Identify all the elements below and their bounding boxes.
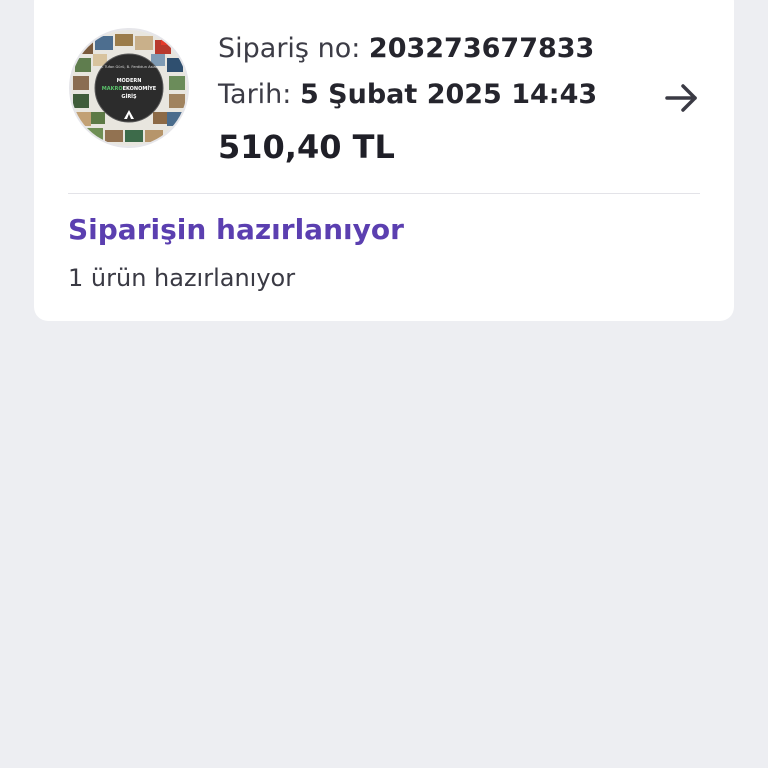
book-cover-thumbnail: A. Tufan Gürü, B. Ferdidun Aslan MODERN … (69, 28, 189, 148)
order-card[interactable]: A. Tufan Gürü, B. Ferdidun Aslan MODERN … (34, 0, 734, 321)
cover-title-main: MAKROEKONOMİYE (102, 85, 157, 92)
order-number-value: 203273677833 (368, 33, 595, 64)
order-status-title: Siparişin hazırlanıyor (68, 213, 404, 246)
cover-title-line1: MODERN (117, 78, 142, 84)
order-price: 510,40 TL (218, 128, 395, 166)
cover-title-accent: MAKRO (102, 86, 123, 92)
order-date-value: 5 Şubat 2025 14:43 (299, 79, 598, 110)
book-cover-image: A. Tufan Gürü, B. Ferdidun Aslan MODERN … (71, 30, 187, 146)
order-status-subtitle: 1 ürün hazırlanıyor (68, 264, 296, 292)
order-info: Sipariş no: 203273677833 Tarih: 5 Şubat … (218, 26, 597, 172)
card-divider (68, 193, 700, 194)
order-number-line: Sipariş no: 203273677833 (218, 26, 597, 72)
order-number-label: Sipariş no: (218, 33, 361, 64)
order-date-line: Tarih: 5 Şubat 2025 14:43 (218, 72, 597, 118)
cover-title-rest: EKONOMİYE (123, 85, 157, 92)
arrow-right-icon[interactable] (664, 82, 700, 114)
cover-authors: A. Tufan Gürü, B. Ferdidun Aslan (100, 65, 158, 69)
cover-title-line2: GİRİŞ (121, 93, 137, 100)
order-date-label: Tarih: (218, 79, 292, 110)
screen: A. Tufan Gürü, B. Ferdidun Aslan MODERN … (0, 0, 768, 768)
